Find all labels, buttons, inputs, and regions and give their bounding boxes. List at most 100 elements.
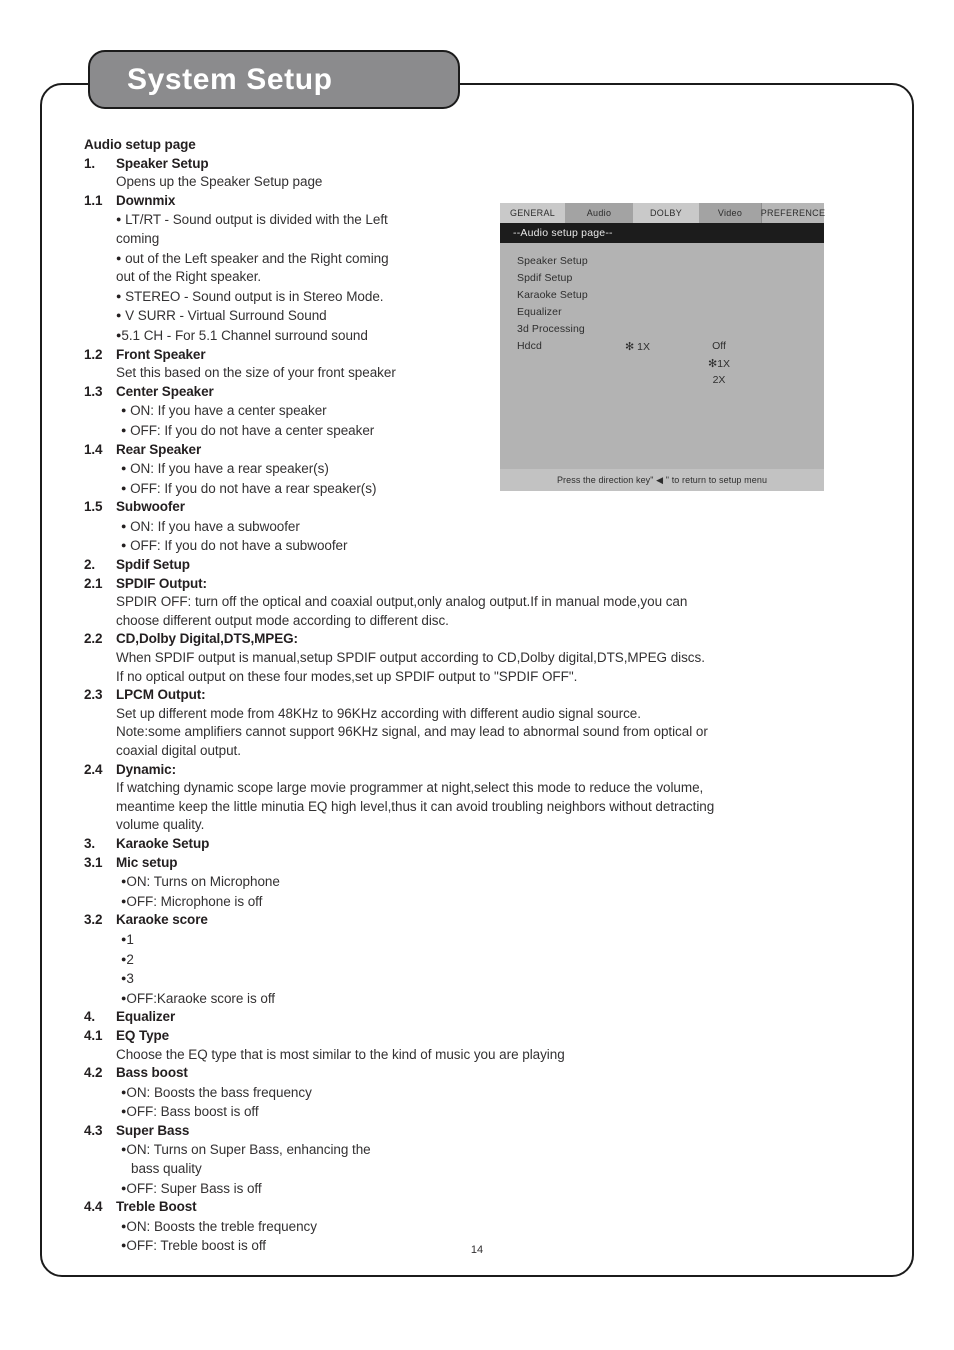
bullet-text: OFF: If you do not have a center speaker <box>130 422 375 438</box>
heading-text: Bass boost <box>116 1065 188 1081</box>
bullet-dot-icon: ● <box>121 405 127 416</box>
numbered-heading: 4.1 EQ Type <box>84 1027 844 1046</box>
bullet-text: STEREO - Sound output is in Stereo Mode. <box>125 288 384 304</box>
osd-option-1x-marker-icon: ✻ <box>707 358 718 370</box>
numbered-heading: 4.4 Treble Boost <box>84 1198 844 1217</box>
bullet-dot-icon: ● <box>116 310 122 321</box>
paragraph-line: Set up different mode from 48KHz to 96KH… <box>116 705 641 721</box>
paragraph-line: Note:some amplifiers cannot support 96KH… <box>116 724 708 740</box>
bullet-text: OFF: Super Bass is off <box>126 1180 262 1196</box>
osd-tab-preference[interactable]: PREFERENCE <box>761 203 825 223</box>
heading-number: 1.3 <box>84 383 103 399</box>
osd-option-off[interactable]: Off <box>696 340 742 352</box>
numbered-heading: 1.5 Subwoofer <box>84 498 844 517</box>
bullet-text: ON: If you have a rear speaker(s) <box>130 461 329 477</box>
heading-text: Karaoke score <box>116 912 208 928</box>
page-title: System Setup <box>127 62 333 96</box>
osd-option-1x-label: 1X <box>717 358 731 370</box>
heading-number: 2.4 <box>84 761 103 777</box>
osd-footer-hint: Press the direction key" ◀ " to return t… <box>500 469 824 491</box>
osd-menu-item-hdcd[interactable]: Hdcd <box>517 340 542 352</box>
numbered-heading: 4.2 Bass boost <box>84 1064 844 1083</box>
osd-tab-dolby[interactable]: DOLBY <box>633 203 699 223</box>
page-number: 14 <box>470 1244 484 1256</box>
numbered-heading: 1. Speaker Setup <box>84 155 844 174</box>
osd-menu-item-spdif-setup[interactable]: Spdif Setup <box>517 272 572 284</box>
paragraph-line: SPDIR OFF: turn off the optical and coax… <box>116 594 688 610</box>
bullet-item: ●ON: Boosts the bass frequency <box>84 1083 844 1103</box>
numbered-heading: 3. Karaoke Setup <box>84 835 844 854</box>
osd-tab-video[interactable]: Video <box>699 203 761 223</box>
heading-text: CD,Dolby Digital,DTS,MPEG: <box>116 631 298 647</box>
bullet-text: OFF: If you do not have a rear speaker(s… <box>130 480 377 496</box>
bullet-text: ON: Turns on Microphone <box>126 874 280 890</box>
bullet-dot-icon: ● <box>121 424 127 435</box>
osd-tab-bar: GENERAL Audio DOLBY Video PREFERENCE <box>500 203 825 223</box>
section-title: Audio setup page <box>84 137 196 152</box>
heading-text: LPCM Output: <box>116 687 206 703</box>
numbered-heading: 2.2 CD,Dolby Digital,DTS,MPEG: <box>84 630 844 649</box>
numbered-heading: 2.3 LPCM Output: <box>84 686 844 705</box>
heading-text: EQ Type <box>116 1027 170 1043</box>
heading-text: Spdif Setup <box>116 557 190 573</box>
bullet-text: 2 <box>126 951 134 967</box>
bullet-text: OFF: Bass boost is off <box>126 1104 259 1120</box>
heading-number: 1.4 <box>84 441 103 457</box>
numbered-heading: 3.2 Karaoke score <box>84 911 844 930</box>
bullet-dot-icon: ● <box>116 290 122 301</box>
bullet-dot-icon: ● <box>121 482 127 493</box>
heading-text: Treble Boost <box>116 1199 197 1215</box>
bullet-item: ●OFF:Karaoke score is off <box>84 989 844 1009</box>
osd-menu-item-karaoke-setup[interactable]: Karaoke Setup <box>517 289 588 301</box>
heading-text: Subwoofer <box>116 499 185 515</box>
bullet-dot-icon: ● <box>121 463 127 474</box>
continuation-line: bass quality <box>131 1161 202 1177</box>
bullet-text: OFF: Microphone is off <box>126 893 263 909</box>
bullet-text: 3 <box>126 971 134 987</box>
heading-number: 4.3 <box>84 1122 103 1138</box>
osd-hdcd-value-label: 1X <box>637 341 650 353</box>
osd-option-1x[interactable]: ✻1X <box>696 357 742 370</box>
heading-text: Dynamic: <box>116 761 176 777</box>
heading-number: 2.1 <box>84 575 103 591</box>
osd-current-marker-icon: ✻ <box>625 341 635 353</box>
bullet-text: ON: Turns on Super Bass, enhancing the <box>126 1142 371 1158</box>
osd-menu-body: Speaker Setup Spdif Setup Karaoke Setup … <box>500 243 824 469</box>
heading-number: 1.5 <box>84 499 103 515</box>
heading-number: 3. <box>84 835 96 851</box>
osd-menu-item-speaker-setup[interactable]: Speaker Setup <box>517 255 588 267</box>
osd-page-header: --Audio setup page-- <box>500 223 824 243</box>
heading-number: 2. <box>84 557 96 573</box>
heading-number: 4. <box>84 1009 96 1025</box>
heading-text: Equalizer <box>116 1009 176 1025</box>
heading-text: Speaker Setup <box>116 155 209 171</box>
numbered-heading: 2.1 SPDIF Output: <box>84 575 844 594</box>
numbered-heading: 2.4 Dynamic: <box>84 761 844 780</box>
heading-number: 1.2 <box>84 346 103 362</box>
heading-number: 3.1 <box>84 854 103 870</box>
osd-menu-item-3d-processing[interactable]: 3d Processing <box>517 323 585 335</box>
heading-number: 4.2 <box>84 1065 103 1081</box>
bullet-text: out of the Left speaker and the Right co… <box>125 250 389 266</box>
bullet-item: ●OFF: Microphone is off <box>84 892 844 912</box>
bullet-text: 5.1 CH - For 5.1 Channel surround sound <box>121 327 368 343</box>
bullet-item: ●ON: Turns on Microphone <box>84 872 844 892</box>
bullet-dot-icon: ● <box>121 540 127 551</box>
osd-tab-audio[interactable]: Audio <box>565 203 633 223</box>
heading-number: 1.1 <box>84 192 103 208</box>
bullet-text: LT/RT - Sound output is divided with the… <box>125 212 388 228</box>
osd-tab-general[interactable]: GENERAL <box>500 203 565 223</box>
osd-menu-item-equalizer[interactable]: Equalizer <box>517 306 562 318</box>
heading-text: Karaoke Setup <box>116 835 210 851</box>
osd-screenshot: GENERAL Audio DOLBY Video PREFERENCE --A… <box>500 203 825 491</box>
bullet-text: ON: If you have a center speaker <box>130 403 327 419</box>
bullet-item: ●3 <box>84 969 844 989</box>
osd-option-2x[interactable]: 2X <box>696 374 742 386</box>
description-line: Opens up the Speaker Setup page <box>116 174 323 190</box>
bullet-dot-icon: ● <box>121 520 127 531</box>
heading-number: 1. <box>84 155 96 171</box>
numbered-heading: 2. Spdif Setup <box>84 556 844 575</box>
bullet-text: 1 <box>126 931 134 947</box>
bullet-dot-icon: ● <box>116 214 122 225</box>
paragraph-line: coaxial digital output. <box>116 743 241 758</box>
